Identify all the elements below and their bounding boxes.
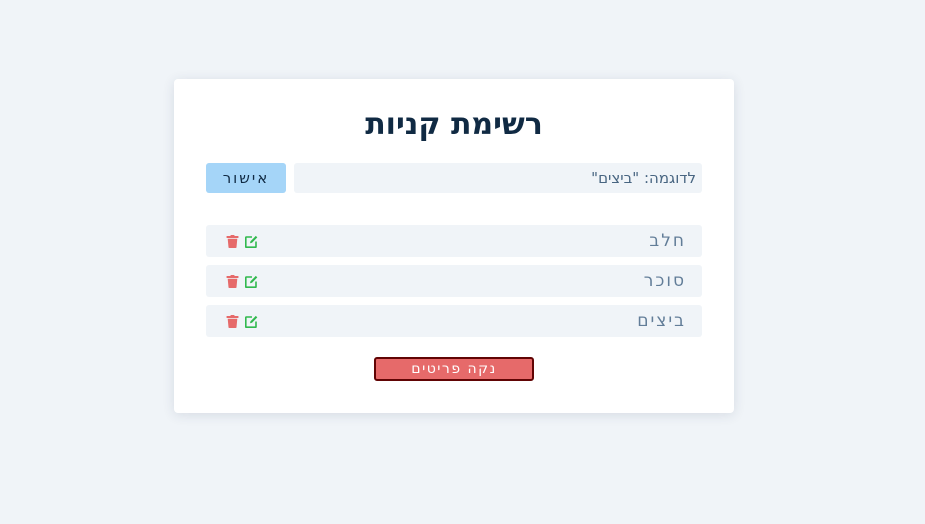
- clear-items-button[interactable]: נקה פריטים: [374, 357, 534, 381]
- submit-button[interactable]: אישור: [206, 163, 286, 193]
- edit-item-button[interactable]: [245, 235, 258, 248]
- item-input[interactable]: [294, 163, 702, 193]
- list-item: סוכר: [206, 265, 702, 297]
- shopping-list-card: רשימת קניות אישור חלב: [174, 79, 734, 413]
- items-list: חלב סוכר ביצים: [206, 225, 702, 345]
- edit-icon: [245, 275, 258, 288]
- delete-item-button[interactable]: [226, 235, 239, 248]
- page-title: רשימת קניות: [365, 107, 543, 142]
- trash-icon: [226, 235, 239, 248]
- delete-item-button[interactable]: [226, 315, 239, 328]
- trash-icon: [226, 315, 239, 328]
- trash-icon: [226, 275, 239, 288]
- list-item: ביצים: [206, 305, 702, 337]
- edit-icon: [245, 315, 258, 328]
- item-name: ביצים: [637, 311, 686, 331]
- item-name: סוכר: [643, 271, 686, 291]
- item-name: חלב: [649, 231, 686, 251]
- edit-icon: [245, 235, 258, 248]
- add-item-form: אישור: [206, 163, 702, 193]
- edit-item-button[interactable]: [245, 315, 258, 328]
- edit-item-button[interactable]: [245, 275, 258, 288]
- delete-item-button[interactable]: [226, 275, 239, 288]
- list-item: חלב: [206, 225, 702, 257]
